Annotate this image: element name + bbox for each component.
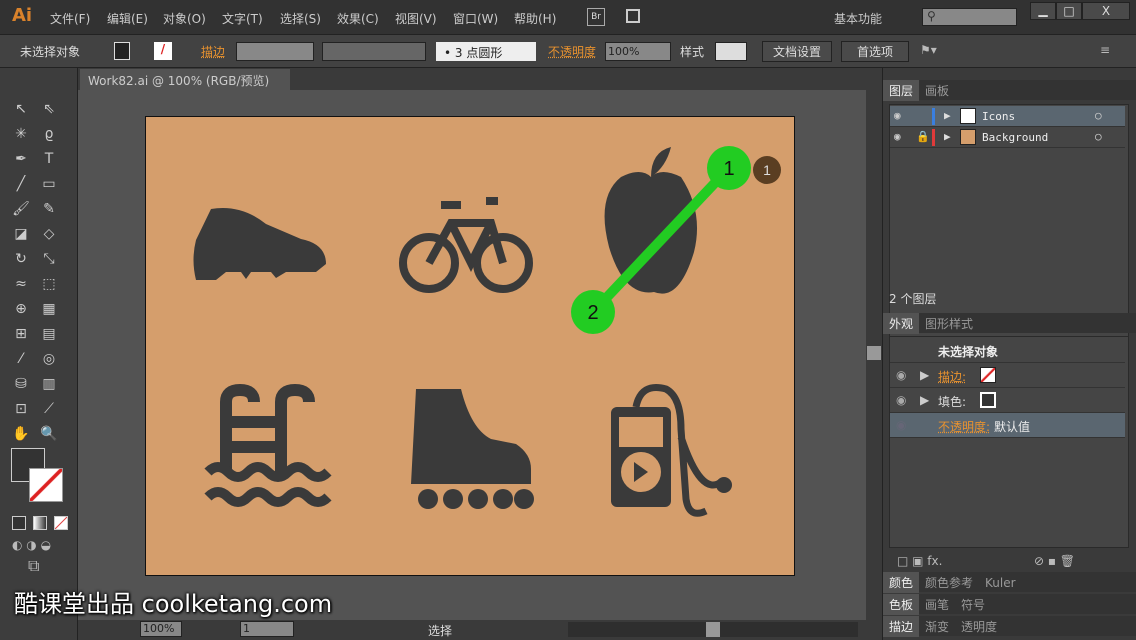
layers-panel-tabs: 图层 画板 — [883, 80, 1136, 100]
appearance-panel-tabs: 外观 图形样式 — [883, 313, 1136, 333]
tab-swatches[interactable]: 色板 — [883, 594, 919, 615]
tab-graphic-styles[interactable]: 图形样式 — [919, 313, 979, 334]
appearance-title: 未选择对象 — [938, 343, 998, 360]
opacity-attribute-label[interactable]: 不透明度: — [938, 418, 990, 435]
stroke-none-swatch[interactable] — [980, 367, 996, 383]
gesture-start-label: 1 — [723, 158, 734, 180]
expand-triangle-icon[interactable]: ▶ — [944, 130, 951, 143]
zoom-field[interactable]: 100% — [140, 621, 182, 637]
tab-transparency[interactable]: 透明度 — [955, 616, 1003, 637]
gesture-end-label: 2 — [587, 302, 598, 324]
expand-triangle-icon[interactable]: ▶ — [920, 368, 929, 382]
layer-row-background[interactable]: ◉ 🔒 ▶ Background ○ — [890, 127, 1125, 148]
tab-stroke[interactable]: 描边 — [883, 616, 919, 637]
fill-swatch-small[interactable] — [980, 392, 996, 408]
layer-color-bar — [932, 108, 935, 125]
tab-color[interactable]: 颜色 — [883, 572, 919, 593]
visibility-eye-icon[interactable]: ◉ — [896, 418, 906, 432]
target-circle-icon[interactable]: ○ — [1095, 109, 1102, 122]
visibility-eye-icon[interactable]: ◉ — [894, 130, 901, 143]
tab-gradient[interactable]: 渐变 — [919, 616, 955, 637]
appearance-title-row: 未选择对象 — [890, 338, 1125, 363]
target-circle-icon[interactable]: ○ — [1095, 130, 1102, 143]
fill-attribute-label: 填色: — [938, 393, 966, 410]
layer-thumbnail — [960, 129, 976, 145]
stroke-attribute-label[interactable]: 描边: — [938, 368, 966, 385]
visibility-eye-icon[interactable]: ◉ — [896, 368, 906, 382]
visibility-eye-icon[interactable]: ◉ — [894, 109, 901, 122]
tab-color-guide[interactable]: 颜色参考 — [919, 572, 979, 593]
appearance-fill-row[interactable]: ◉ ▶ 填色: — [890, 388, 1125, 413]
status-bar: 100% 1 选择 — [78, 620, 884, 640]
appearance-stroke-row[interactable]: ◉ ▶ 描边: — [890, 363, 1125, 388]
watermark: 酷课堂出品 coolketang.com — [14, 584, 332, 619]
gesture-line — [593, 168, 729, 312]
tab-kuler[interactable]: Kuler — [979, 574, 1022, 592]
vertical-scroll-thumb[interactable] — [867, 346, 881, 360]
artboard-number-field[interactable]: 1 — [240, 621, 294, 637]
expand-triangle-icon[interactable]: ▶ — [920, 393, 929, 407]
expand-triangle-icon[interactable]: ▶ — [944, 109, 951, 122]
opacity-attribute-value: 默认值 — [994, 418, 1030, 435]
tab-appearance[interactable]: 外观 — [883, 313, 919, 334]
tab-symbols[interactable]: 符号 — [955, 594, 991, 615]
tab-layers[interactable]: 图层 — [883, 80, 919, 101]
horizontal-scroll-thumb[interactable] — [706, 622, 720, 637]
stroke-panel-tabs: 描边 渐变 透明度 — [883, 616, 1136, 636]
layer-row-icons[interactable]: ◉ ▶ Icons ○ — [890, 106, 1125, 127]
lock-icon[interactable]: 🔒 — [916, 130, 930, 143]
appearance-footer-icons[interactable]: □ ▣ fx. ⊘ ▪ 🗑 — [897, 554, 1075, 568]
layer-name[interactable]: Icons — [982, 110, 1015, 123]
step-badge-label: 1 — [763, 162, 771, 178]
layer-name[interactable]: Background — [982, 131, 1048, 144]
layer-count: 2 个图层 — [889, 290, 936, 307]
appearance-opacity-row[interactable]: ◉ 不透明度: 默认值 — [890, 413, 1125, 438]
tab-brushes[interactable]: 画笔 — [919, 594, 955, 615]
color-panel-tabs: 颜色 颜色参考 Kuler — [883, 572, 1136, 592]
current-tool-status[interactable]: 选择 — [428, 622, 452, 639]
layer-color-bar — [932, 129, 935, 146]
vertical-scrollbar[interactable] — [866, 90, 882, 620]
tab-artboards[interactable]: 画板 — [919, 80, 955, 101]
swatches-panel-tabs: 色板 画笔 符号 — [883, 594, 1136, 614]
layer-thumbnail — [960, 108, 976, 124]
visibility-eye-icon[interactable]: ◉ — [896, 393, 906, 407]
